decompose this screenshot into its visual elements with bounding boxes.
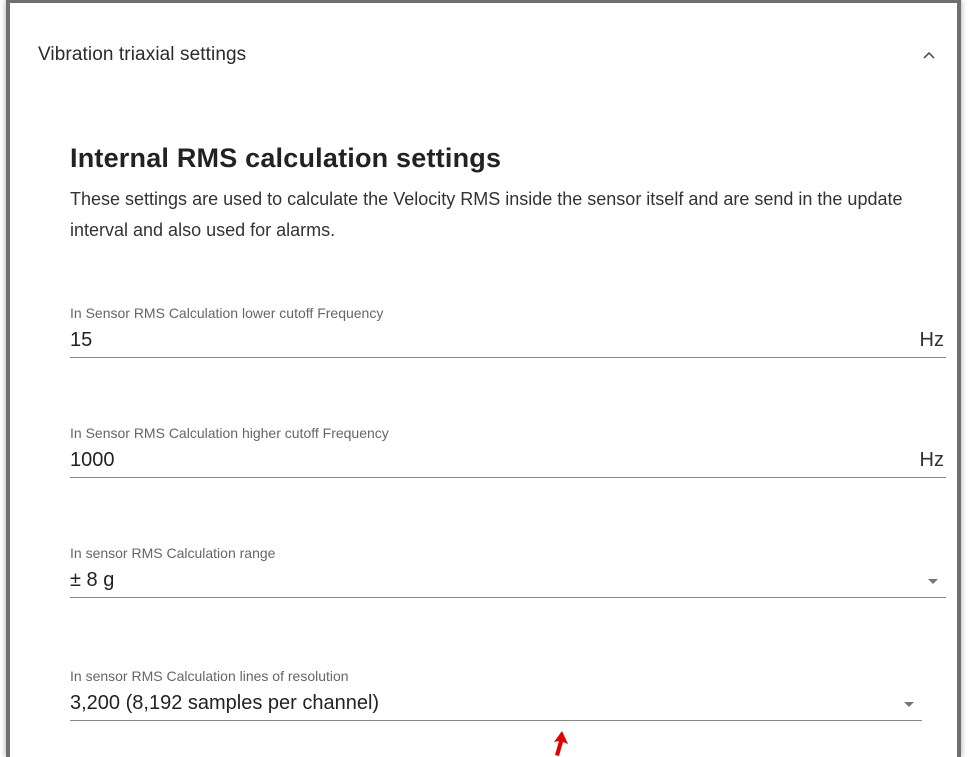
field-value[interactable]: 1000 [70, 449, 115, 472]
higher-cutoff-input[interactable]: 1000 Hz [70, 443, 946, 478]
panel-title: Vibration triaxial settings [38, 44, 247, 65]
higher-cutoff-field: In Sensor RMS Calculation higher cutoff … [70, 425, 946, 478]
unit-suffix: Hz [919, 328, 944, 351]
dropdown-arrow-icon[interactable] [904, 701, 914, 707]
panel-header[interactable]: Vibration triaxial settings [38, 39, 947, 71]
field-label: In Sensor RMS Calculation lower cutoff F… [70, 305, 384, 321]
unit-suffix: Hz [919, 448, 944, 471]
field-label: In sensor RMS Calculation lines of resol… [70, 668, 349, 684]
red-arrow-pointer-icon [554, 731, 568, 756]
range-select[interactable]: ± 8 g [70, 563, 946, 598]
settings-panel: Vibration triaxial settings Internal RMS… [6, 0, 961, 757]
resolution-field: In sensor RMS Calculation lines of resol… [70, 668, 922, 721]
resolution-select[interactable]: 3,200 (8,192 samples per channel) [70, 686, 922, 721]
lower-cutoff-field: In Sensor RMS Calculation lower cutoff F… [70, 305, 946, 358]
range-field: In sensor RMS Calculation range ± 8 g [70, 545, 946, 598]
chevron-up-icon[interactable] [919, 45, 939, 65]
dropdown-arrow-icon[interactable] [928, 578, 938, 584]
section-title: Internal RMS calculation settings [70, 143, 502, 173]
section-description: These settings are used to calculate the… [70, 189, 903, 240]
rms-section: Internal RMS calculation settings These … [70, 143, 947, 246]
lower-cutoff-input[interactable]: 15 Hz [70, 323, 946, 358]
field-value[interactable]: ± 8 g [70, 569, 114, 592]
field-value[interactable]: 15 [70, 329, 92, 352]
field-value[interactable]: 3,200 (8,192 samples per channel) [70, 692, 379, 715]
field-label: In Sensor RMS Calculation higher cutoff … [70, 425, 389, 441]
field-label: In sensor RMS Calculation range [70, 545, 276, 561]
